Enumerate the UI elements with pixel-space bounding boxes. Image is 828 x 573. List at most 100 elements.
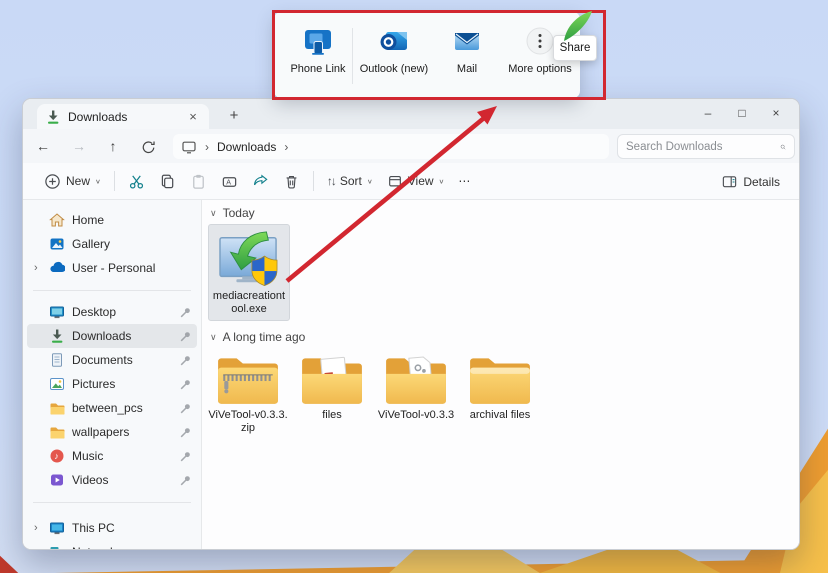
minimize-button[interactable]: – bbox=[691, 101, 725, 125]
documents-icon bbox=[49, 352, 65, 368]
share-button[interactable] bbox=[245, 167, 276, 195]
new-button[interactable]: New ∨ bbox=[37, 167, 108, 195]
section-header-label: Today bbox=[223, 206, 255, 220]
search-box[interactable] bbox=[617, 134, 795, 159]
share-target-outlook[interactable]: Outlook (new) bbox=[354, 26, 434, 75]
breadcrumb-segment[interactable]: Downloads bbox=[217, 140, 276, 154]
desktop-icon bbox=[49, 304, 65, 320]
media-creation-tool-icon bbox=[216, 230, 282, 288]
sort-button[interactable]: ↑↓ Sort ∨ bbox=[320, 167, 380, 195]
folder-vivetool[interactable]: ViVeTool-v0.3.3 bbox=[374, 348, 458, 426]
expander-chevron-icon[interactable]: › bbox=[34, 546, 38, 549]
pin-icon bbox=[178, 305, 193, 320]
view-icon bbox=[387, 173, 403, 189]
copy-button[interactable] bbox=[152, 167, 183, 195]
onedrive-cloud-icon bbox=[49, 260, 65, 276]
sidebar-divider bbox=[33, 290, 191, 291]
sidebar-item-home[interactable]: Home bbox=[27, 208, 197, 232]
this-pc-monitor-icon bbox=[49, 520, 65, 536]
delete-button[interactable] bbox=[276, 167, 307, 195]
paste-button[interactable] bbox=[183, 167, 214, 195]
rename-button[interactable]: A bbox=[214, 167, 245, 195]
file-name: mediacreationtool.exe bbox=[209, 288, 289, 320]
sidebar-divider bbox=[33, 502, 191, 503]
share-target-mail[interactable]: Mail bbox=[434, 26, 500, 75]
sidebar-item-pictures[interactable]: Pictures bbox=[27, 372, 197, 396]
music-icon: ♪ bbox=[49, 448, 65, 464]
share-target-phone-link[interactable]: Phone Link bbox=[278, 26, 358, 75]
pin-icon bbox=[178, 353, 193, 368]
chevron-down-icon: ∨ bbox=[210, 208, 217, 219]
share-target-label: Mail bbox=[457, 63, 477, 75]
sidebar-item-downloads[interactable]: Downloads bbox=[27, 324, 197, 348]
sidebar-item-videos[interactable]: Videos bbox=[27, 468, 197, 492]
refresh-button[interactable] bbox=[136, 135, 160, 157]
expander-chevron-icon[interactable]: › bbox=[34, 522, 38, 534]
refresh-icon bbox=[141, 139, 156, 154]
section-header-long-time-ago[interactable]: ∨ A long time ago bbox=[210, 330, 305, 344]
sidebar-item-label: Network bbox=[72, 545, 197, 549]
flyout-divider bbox=[352, 28, 353, 84]
share-tooltip-label: Share bbox=[560, 42, 591, 54]
chevron-down-icon: ∨ bbox=[439, 177, 445, 184]
sidebar-item-label: Downloads bbox=[72, 329, 171, 343]
view-button[interactable]: View ∨ bbox=[380, 167, 452, 195]
tab-close-icon[interactable]: × bbox=[185, 109, 201, 124]
sidebar-item-between-pcs[interactable]: between_pcs bbox=[27, 396, 197, 420]
sidebar-item-documents[interactable]: Documents bbox=[27, 348, 197, 372]
file-mediacreationtool[interactable]: mediacreationtool.exe bbox=[208, 224, 290, 321]
new-plus-icon bbox=[44, 173, 61, 190]
network-icon bbox=[49, 544, 65, 549]
folder-archival-files[interactable]: archival files bbox=[458, 348, 542, 426]
address-bar[interactable]: › Downloads › bbox=[173, 134, 609, 159]
cut-button[interactable] bbox=[121, 167, 152, 195]
folder-files[interactable]: files bbox=[290, 348, 374, 426]
details-pane-button[interactable]: Details bbox=[714, 168, 787, 196]
close-button[interactable]: × bbox=[759, 101, 793, 125]
folder-with-file-icon bbox=[299, 353, 365, 407]
sidebar-item-onedrive-personal[interactable]: › User - Personal bbox=[27, 256, 197, 280]
section-header-today[interactable]: ∨ Today bbox=[210, 206, 255, 220]
sidebar-item-music[interactable]: ♪ Music bbox=[27, 444, 197, 468]
search-input[interactable] bbox=[626, 141, 780, 153]
desktop: { "share_flyout": { "items": [ { "label"… bbox=[0, 0, 828, 573]
navigation-bar: ← → ↑ › Downloads › bbox=[23, 129, 799, 163]
green-swoosh-decoration bbox=[562, 11, 594, 41]
sidebar-item-wallpapers[interactable]: wallpapers bbox=[27, 420, 197, 444]
toolbar-divider bbox=[313, 171, 314, 191]
back-button[interactable]: ← bbox=[31, 135, 55, 157]
tab-downloads[interactable]: Downloads × bbox=[37, 104, 209, 129]
file-explorer-window: Downloads × + – □ × ← → ↑ › Downloads bbox=[22, 98, 800, 550]
sidebar-item-desktop[interactable]: Desktop bbox=[27, 300, 197, 324]
toolbar-divider bbox=[114, 171, 115, 191]
sidebar-item-label: User - Personal bbox=[72, 261, 197, 275]
new-tab-button[interactable]: + bbox=[223, 106, 245, 126]
see-more-button[interactable]: ⋯ bbox=[451, 167, 477, 195]
tab-title: Downloads bbox=[68, 110, 178, 124]
pin-icon bbox=[178, 473, 193, 488]
details-pane-icon bbox=[721, 173, 738, 190]
sidebar-item-this-pc[interactable]: › This PC bbox=[27, 516, 197, 540]
zip-folder-icon bbox=[215, 353, 281, 407]
up-button[interactable]: ↑ bbox=[101, 135, 125, 157]
sidebar-item-label: Desktop bbox=[72, 305, 171, 319]
file-name: archival files bbox=[469, 407, 532, 426]
chevron-down-icon: ∨ bbox=[367, 177, 373, 184]
pin-icon bbox=[178, 449, 193, 464]
pin-icon bbox=[178, 329, 193, 344]
share-target-label: Phone Link bbox=[290, 63, 345, 75]
maximize-button[interactable]: □ bbox=[725, 101, 759, 125]
command-toolbar: New ∨ bbox=[23, 163, 799, 200]
file-name: ViVeTool-v0.3.3 bbox=[377, 407, 455, 426]
view-button-label: View bbox=[408, 174, 434, 188]
cut-icon bbox=[128, 173, 145, 190]
mail-icon bbox=[452, 26, 482, 56]
sidebar-item-label: between_pcs bbox=[72, 401, 171, 415]
expander-chevron-icon[interactable]: › bbox=[34, 262, 38, 274]
pin-icon bbox=[178, 377, 193, 392]
forward-button[interactable]: → bbox=[67, 135, 91, 157]
sidebar-item-gallery[interactable]: Gallery bbox=[27, 232, 197, 256]
sidebar-item-network[interactable]: › Network bbox=[27, 540, 197, 549]
file-vivetool-zip[interactable]: ViVeTool-v0.3.3.zip bbox=[206, 348, 290, 439]
outlook-icon bbox=[379, 26, 409, 56]
